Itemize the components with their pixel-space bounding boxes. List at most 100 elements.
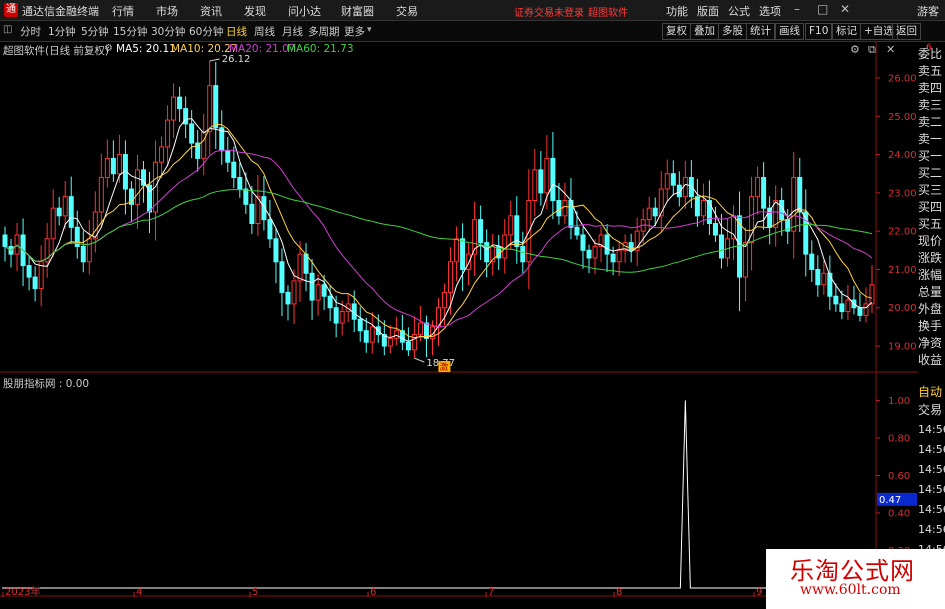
mark-button[interactable]: 标记: [832, 23, 861, 40]
more-periods[interactable]: 更多: [344, 24, 365, 39]
candle-body: [448, 261, 454, 293]
candle-body: [857, 307, 863, 316]
stock-name-link[interactable]: 超图软件: [588, 4, 628, 19]
candle-body: [706, 200, 712, 224]
period-tab[interactable]: 5分钟: [81, 24, 109, 39]
candle-body: [333, 307, 339, 324]
draw-line-button[interactable]: 画线: [775, 23, 804, 40]
trade-label-panel[interactable]: 交易: [918, 402, 945, 419]
menu-quotes[interactable]: 行情: [112, 3, 134, 19]
menu-trade[interactable]: 交易: [396, 3, 418, 19]
tick-time: 14:56: [918, 503, 945, 516]
candle-body: [791, 177, 797, 232]
candle-body: [700, 200, 706, 217]
candle-body: [797, 177, 803, 213]
candle-body: [321, 284, 327, 297]
overlay-button[interactable]: 叠加: [690, 23, 719, 40]
stats-button[interactable]: 统计: [746, 23, 775, 40]
period-tab[interactable]: 1分钟: [48, 24, 76, 39]
adjust-button[interactable]: 复权: [662, 23, 691, 40]
candle-body: [508, 215, 514, 236]
candle-body: [604, 234, 610, 255]
menu-options[interactable]: 选项: [759, 3, 781, 19]
menu-functions[interactable]: 功能: [666, 3, 688, 19]
quote-side-panel: 委比 卖五 卖四 卖三 卖二 卖一 买一 买二 买三 买四 买五 现价 涨跌 涨幅 总量 外盘 换手 净资 收益: [918, 46, 945, 369]
candle-body: [116, 154, 122, 175]
chevron-down-icon[interactable]: ▾: [367, 25, 372, 35]
menu-formula[interactable]: 公式: [728, 3, 750, 19]
y-tick-label: 25.00: [888, 112, 917, 123]
current-value-label: 0.47: [879, 495, 901, 506]
candle-body: [478, 219, 484, 244]
candle-body: [213, 85, 219, 129]
candle-body: [207, 85, 213, 133]
candle-body: [863, 303, 869, 316]
quote-label: 收益: [918, 353, 943, 367]
period-tab[interactable]: 30分钟: [151, 24, 185, 39]
auto-label[interactable]: 自动: [918, 384, 945, 401]
tick-time: 14:56: [918, 463, 945, 476]
period-tab[interactable]: 周线: [254, 24, 275, 39]
x-tick-label: 8: [616, 587, 622, 597]
trade-login-warning[interactable]: 证券交易未登录: [514, 4, 584, 19]
candle-body: [273, 238, 279, 263]
indicator-line: [2, 400, 875, 589]
quote-label: 买二: [918, 166, 943, 180]
multi-stock-button[interactable]: 多股: [718, 23, 747, 40]
candle-body: [580, 234, 586, 251]
candle-body: [550, 157, 556, 202]
menu-news[interactable]: 资讯: [200, 3, 222, 19]
brand-name: 乐淘公式网: [790, 557, 915, 585]
toolbar-menu-icon[interactable]: ◫: [3, 24, 12, 35]
close-icon[interactable]: ✕: [840, 2, 850, 16]
candle-body: [315, 284, 321, 301]
candle-body: [177, 96, 183, 110]
candle-body: [26, 265, 32, 278]
brand-url: www.60lt.com: [800, 582, 901, 598]
candle-body: [712, 222, 718, 236]
period-tab[interactable]: 60分钟: [189, 24, 223, 39]
candle-body: [839, 303, 845, 313]
high-label: 26.12: [222, 54, 251, 65]
candle-body: [749, 196, 755, 244]
candle-body: [309, 272, 315, 301]
maximize-icon[interactable]: □: [817, 2, 828, 16]
candle-body: [369, 326, 375, 343]
period-tab-active[interactable]: 日线: [226, 24, 247, 39]
candle-body: [562, 200, 568, 217]
back-button[interactable]: 返回: [892, 23, 921, 40]
candle-body: [110, 157, 116, 175]
candle-body: [616, 249, 622, 263]
trade-label[interactable]: 交易: [918, 402, 945, 419]
quote-label: 委比: [918, 47, 943, 61]
candle-body: [556, 200, 562, 217]
quote-label: 卖三: [918, 98, 943, 112]
ind-tick-label: 1.00: [888, 396, 910, 407]
candle-body: [50, 207, 56, 240]
period-tab[interactable]: 月线: [282, 24, 303, 39]
candle-body: [189, 123, 195, 144]
quote-label: 卖四: [918, 81, 943, 95]
y-tick-label: 24.00: [888, 150, 917, 161]
price-chart[interactable]: 26.00 25.00 24.00 23.00 22.00 21.00 20.00 19.00…: [0, 41, 918, 373]
f10-button[interactable]: F10: [805, 23, 833, 40]
minimize-icon[interactable]: –: [794, 2, 800, 16]
period-tab[interactable]: 15分钟: [113, 24, 147, 39]
candle-body: [646, 207, 652, 221]
menu-discover[interactable]: 发现: [244, 3, 266, 19]
candle-body: [815, 268, 821, 286]
quote-label: 卖二: [918, 115, 943, 129]
menu-ask[interactable]: 问小达: [288, 3, 321, 19]
period-tab[interactable]: 多周期: [308, 24, 340, 39]
menu-layout[interactable]: 版面: [697, 3, 719, 19]
auto-trade-panel[interactable]: 自动: [918, 384, 945, 401]
guest-user[interactable]: 游客: [917, 3, 939, 19]
y-tick-label: 21.00: [888, 265, 917, 276]
menu-market[interactable]: 市场: [156, 3, 178, 19]
menu-wealth[interactable]: 财富圈: [341, 3, 374, 19]
candle-body: [520, 245, 526, 263]
period-tab[interactable]: 分时: [20, 24, 41, 39]
quote-label: 净资: [918, 336, 943, 350]
y-tick-label: 20.00: [888, 303, 917, 314]
candle-body: [592, 245, 598, 259]
